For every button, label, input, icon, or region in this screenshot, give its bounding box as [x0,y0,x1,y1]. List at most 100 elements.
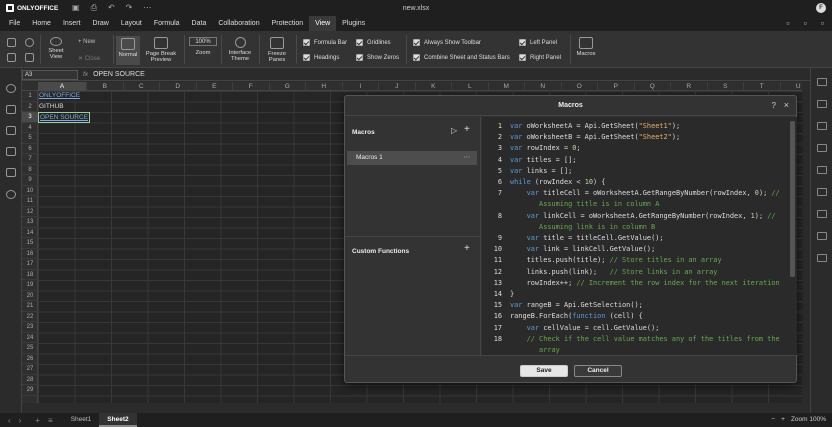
zoom-value[interactable]: 100% [189,37,217,46]
print-icon[interactable]: ⎙ [91,3,97,13]
row-header[interactable]: 24 [22,333,38,343]
more-icon[interactable]: ⋯ [143,3,151,13]
column-header[interactable]: N [525,82,562,91]
name-box[interactable]: A3 [22,69,78,80]
formula-bar-checkbox[interactable]: Formula Bar [303,39,347,46]
cell-settings-icon[interactable] [817,78,827,86]
row-header[interactable]: 3 [22,112,38,123]
column-header[interactable]: M [489,82,525,91]
row-header[interactable]: 12 [22,207,38,217]
paste-button[interactable] [4,53,18,64]
row-header[interactable]: 26 [22,354,38,364]
cell[interactable]: OPEN SOURCE [38,112,90,123]
open-location-icon[interactable]: ▫ [786,16,789,31]
row-header[interactable]: 5 [22,133,38,144]
menu-item[interactable]: Collaboration [212,16,265,31]
code-editor[interactable]: 1 var oWorksheetA = Api.GetSheet("Sheet1"… [482,117,790,355]
column-header[interactable]: I [343,82,379,91]
sheet-view-button[interactable]: Sheet View [43,37,69,60]
search-icon[interactable] [6,84,16,93]
cell[interactable]: ONLYOFFICE [38,91,90,102]
menu-item[interactable]: Insert [57,16,87,31]
column-header[interactable]: P [598,82,635,91]
redo-icon[interactable]: ↷ [126,3,133,13]
about-icon[interactable] [6,190,16,199]
row-header[interactable]: 14 [22,228,38,238]
zoom-control[interactable]: 100% Zoom [189,37,217,56]
menu-item[interactable]: Protection [266,16,310,31]
interface-theme-button[interactable]: Interface Theme [225,37,255,62]
table-settings-icon[interactable] [817,100,827,108]
row-header[interactable]: 13 [22,217,38,228]
row-header[interactable]: 19 [22,280,38,291]
settings-icon[interactable]: ▫ [821,16,824,31]
row-header[interactable]: 29 [22,385,38,396]
column-header[interactable]: K [416,82,452,91]
column-header[interactable]: H [306,82,343,91]
more-options-icon[interactable]: ⋯ [464,151,471,165]
show-zeros-checkbox[interactable]: Show Zeros [356,54,399,61]
add-macro-icon[interactable]: + [464,124,470,135]
column-header[interactable]: G [270,82,306,91]
row-header[interactable]: 15 [22,238,38,249]
zoom-in-icon[interactable]: + [781,413,785,427]
always-show-toolbar-checkbox[interactable]: Always Show Toolbar [413,39,481,46]
new-view-button[interactable]: + New [78,39,95,45]
sheet-tab[interactable]: Sheet1 [63,413,100,427]
row-header[interactable]: 6 [22,144,38,154]
menu-item[interactable]: Layout [115,16,148,31]
text-art-icon[interactable] [817,210,827,218]
row-header[interactable]: 23 [22,322,38,333]
feedback-icon[interactable] [6,168,16,177]
row-header[interactable]: 1 [22,91,38,102]
menu-item[interactable]: Data [186,16,213,31]
row-header[interactable]: 27 [22,364,38,375]
shape-settings-icon[interactable] [817,144,827,152]
column-header[interactable]: L [452,82,489,91]
comments-icon[interactable] [6,105,16,114]
add-function-icon[interactable]: + [464,243,470,254]
run-macro-icon[interactable]: ▷ [451,126,457,135]
row-header[interactable]: 9 [22,175,38,186]
chat-icon[interactable] [6,126,16,135]
row-header[interactable]: 8 [22,165,38,175]
menu-item[interactable]: Plugins [336,16,371,31]
column-header[interactable]: E [197,82,233,91]
spellcheck-icon[interactable] [6,147,16,156]
pivot-settings-icon[interactable] [817,232,827,240]
menu-item[interactable]: Formula [148,16,186,31]
row-header[interactable]: 20 [22,291,38,301]
row-header[interactable]: 10 [22,186,38,196]
normal-view-button[interactable]: Normal [116,36,140,65]
menu-item[interactable]: Draw [86,16,114,31]
column-header[interactable]: S [708,82,744,91]
column-header[interactable]: R [671,82,708,91]
gridlines-checkbox[interactable]: Gridlines [356,39,391,46]
help-icon[interactable]: ? [772,101,776,110]
page-break-preview-button[interactable]: Page Break Preview [143,37,179,63]
add-sheet-icon[interactable]: + [35,416,40,425]
column-header[interactable]: T [744,82,781,91]
zoom-status-label[interactable]: Zoom 100% [791,413,826,427]
formula-input[interactable]: OPEN SOURCE [93,71,145,78]
left-panel-checkbox[interactable]: Left Panel [519,39,557,46]
sheet-tab[interactable]: Sheet2 [99,413,137,427]
zoom-out-icon[interactable]: − [771,413,775,427]
row-header[interactable]: 21 [22,301,38,312]
avatar[interactable]: F [816,3,826,13]
close-icon[interactable]: × [784,100,789,110]
column-header[interactable]: D [160,82,197,91]
row-header[interactable]: 17 [22,259,38,270]
cut-button[interactable] [22,38,36,49]
fx-icon[interactable]: fx [83,71,88,78]
undo-icon[interactable]: ↶ [108,3,115,13]
row-header[interactable]: 22 [22,312,38,322]
column-header[interactable]: A [38,82,87,91]
headings-checkbox[interactable]: Headings [303,54,339,61]
row-header[interactable]: 18 [22,270,38,280]
cancel-button[interactable]: Cancel [574,365,622,377]
macro-list-item[interactable]: Macros 1 ⋯ [347,151,477,165]
column-header[interactable]: J [379,82,416,91]
format-painter-button[interactable] [22,53,36,64]
row-header[interactable]: 16 [22,249,38,259]
